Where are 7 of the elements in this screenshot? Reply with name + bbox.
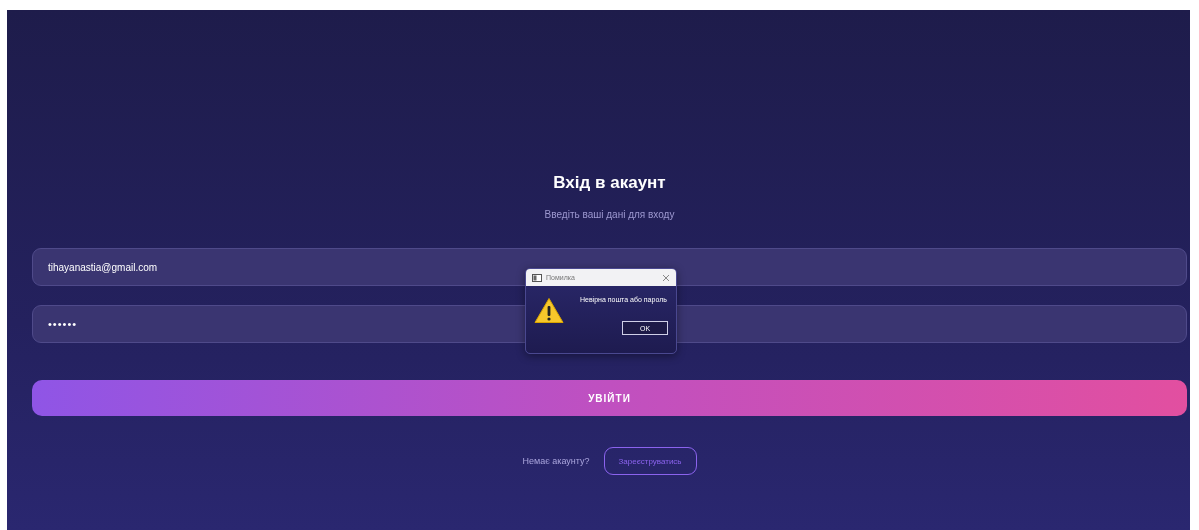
page-subtitle: Введіть ваші дані для входу <box>544 209 675 220</box>
window-icon <box>532 273 542 282</box>
warning-icon <box>534 297 564 324</box>
register-prompt: Немає акаунту? <box>522 456 590 466</box>
close-icon[interactable] <box>662 273 670 282</box>
login-button[interactable]: УВІЙТИ <box>32 380 1187 416</box>
page-title: Вхід в акаунт <box>553 173 666 193</box>
